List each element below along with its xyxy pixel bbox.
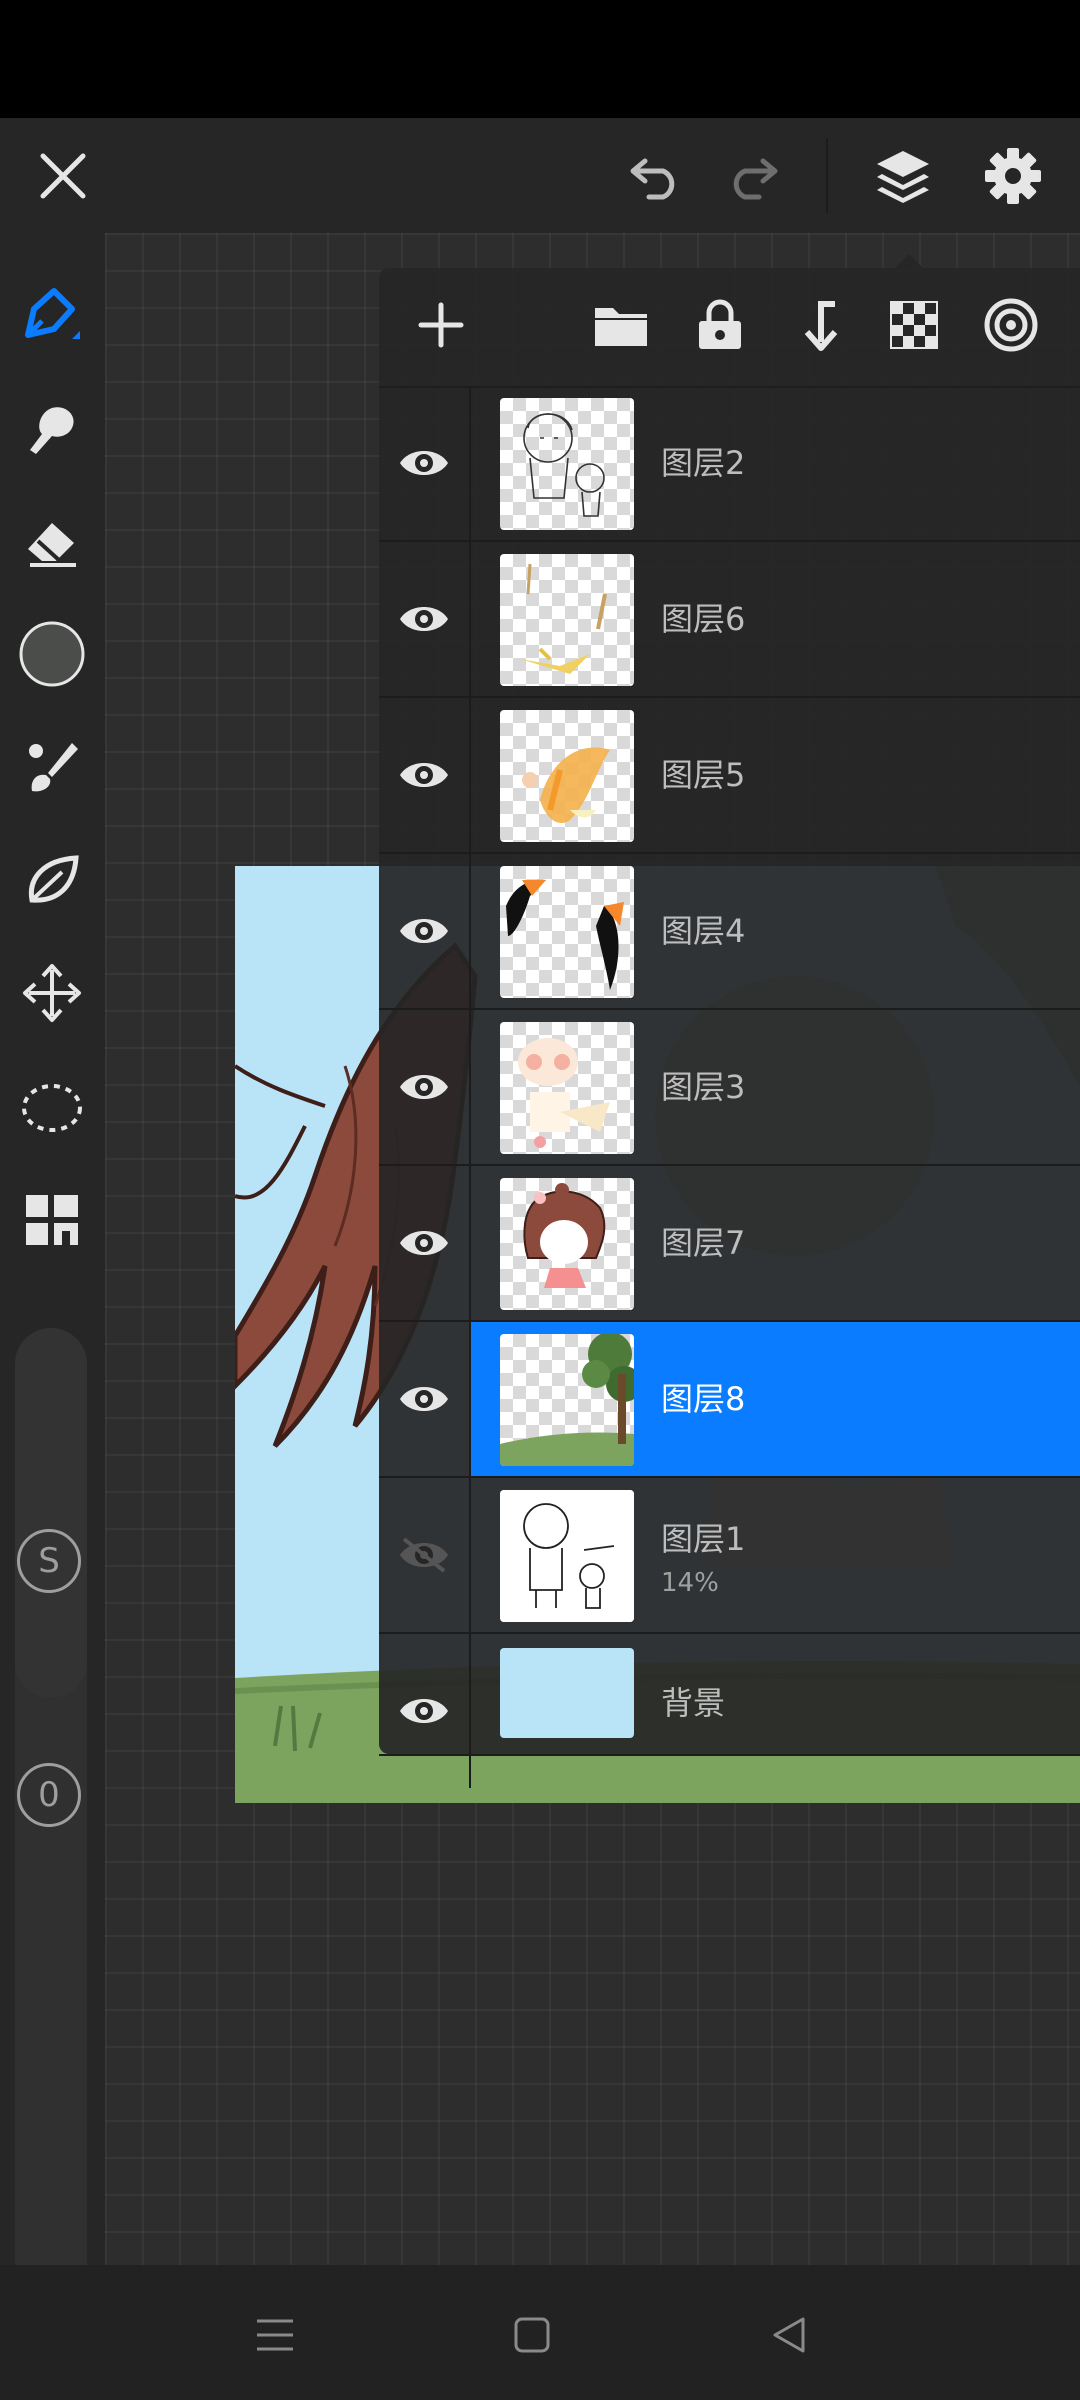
layer-name: 图层5 — [661, 756, 746, 794]
layers-toolbar — [379, 268, 1080, 388]
pen-icon[interactable] — [12, 275, 92, 355]
eye-icon[interactable] — [379, 1322, 471, 1476]
layer-thumbnail — [500, 554, 634, 686]
smudge-icon[interactable] — [12, 388, 92, 468]
layer-thumbnail — [500, 1490, 634, 1622]
layers-icon[interactable] — [868, 143, 938, 208]
status-bar — [0, 0, 1080, 118]
size-slider[interactable] — [15, 1328, 87, 1698]
layer-row[interactable]: 图层8 — [379, 1322, 1080, 1478]
eye-icon[interactable] — [379, 542, 471, 696]
layer-name: 图层7 — [661, 1224, 746, 1262]
layer-name: 图层1 — [661, 1520, 746, 1558]
eraser-icon[interactable] — [12, 501, 92, 581]
layer-opacity: 14% — [661, 1568, 719, 1598]
lock-icon[interactable] — [688, 293, 752, 357]
top-bar-divider — [826, 138, 828, 213]
redo-icon[interactable] — [718, 143, 788, 208]
color-swatch[interactable] — [12, 614, 92, 694]
eye-icon[interactable] — [379, 698, 471, 852]
menu-icon[interactable] — [240, 2300, 310, 2370]
layer-row[interactable]: 图层1 14% — [379, 1478, 1080, 1634]
layer-thumbnail — [500, 398, 634, 530]
layer-thumbnail — [500, 1334, 634, 1466]
transparency-icon[interactable] — [882, 293, 946, 357]
close-icon[interactable] — [30, 143, 95, 208]
brush-icon[interactable] — [12, 727, 92, 807]
add-icon[interactable] — [409, 293, 473, 357]
layer-thumbnail — [500, 866, 634, 998]
leaf-icon[interactable] — [12, 840, 92, 920]
home-icon[interactable] — [497, 2300, 567, 2370]
top-bar — [0, 118, 1080, 233]
undo-icon[interactable] — [620, 143, 690, 208]
move-icon[interactable] — [12, 953, 92, 1033]
panel-pointer — [895, 254, 923, 268]
layer-thumbnail — [500, 710, 634, 842]
layer-row[interactable]: 图层4 — [379, 854, 1080, 1010]
layer-name: 图层3 — [661, 1068, 746, 1106]
layer-row[interactable]: 图层2 — [379, 386, 1080, 542]
lasso-icon[interactable] — [12, 1066, 92, 1146]
layers-panel: 图层2 图层6 图层5 图层4 图层3 图层7 图层8 图层1 14% 背景 — [379, 254, 1080, 1788]
grid-icon[interactable] — [12, 1179, 92, 1259]
layer-name: 图层2 — [661, 444, 746, 482]
eye-icon[interactable] — [379, 1634, 471, 1788]
layer-name: 图层8 — [661, 1380, 746, 1418]
eye-icon[interactable] — [379, 854, 471, 1008]
layer-row[interactable]: 图层7 — [379, 1166, 1080, 1322]
eye-icon[interactable] — [379, 1010, 471, 1164]
layer-thumbnail — [500, 1648, 634, 1738]
blend-icon[interactable] — [979, 293, 1043, 357]
layer-row[interactable]: 图层5 — [379, 698, 1080, 854]
opacity-slider-handle[interactable]: 0 — [17, 1763, 81, 1827]
left-toolbar: S 0 — [0, 233, 105, 2358]
gear-icon[interactable] — [978, 143, 1048, 208]
eye-icon[interactable] — [379, 1166, 471, 1320]
layer-row[interactable]: 背景 — [379, 1634, 1080, 1788]
layer-row[interactable]: 图层3 — [379, 1010, 1080, 1166]
layer-name: 背景 — [661, 1684, 726, 1722]
layer-name: 图层6 — [661, 600, 746, 638]
eye-hidden-icon[interactable] — [379, 1478, 471, 1632]
back-icon[interactable] — [754, 2300, 824, 2370]
layer-name: 图层4 — [661, 912, 746, 950]
eye-icon[interactable] — [379, 386, 471, 540]
folder-icon[interactable] — [589, 293, 653, 357]
layer-row[interactable]: 图层6 — [379, 542, 1080, 698]
merge-down-icon[interactable] — [785, 293, 849, 357]
size-slider-handle[interactable]: S — [17, 1529, 81, 1593]
layer-thumbnail — [500, 1022, 634, 1154]
layer-thumbnail — [500, 1178, 634, 1310]
